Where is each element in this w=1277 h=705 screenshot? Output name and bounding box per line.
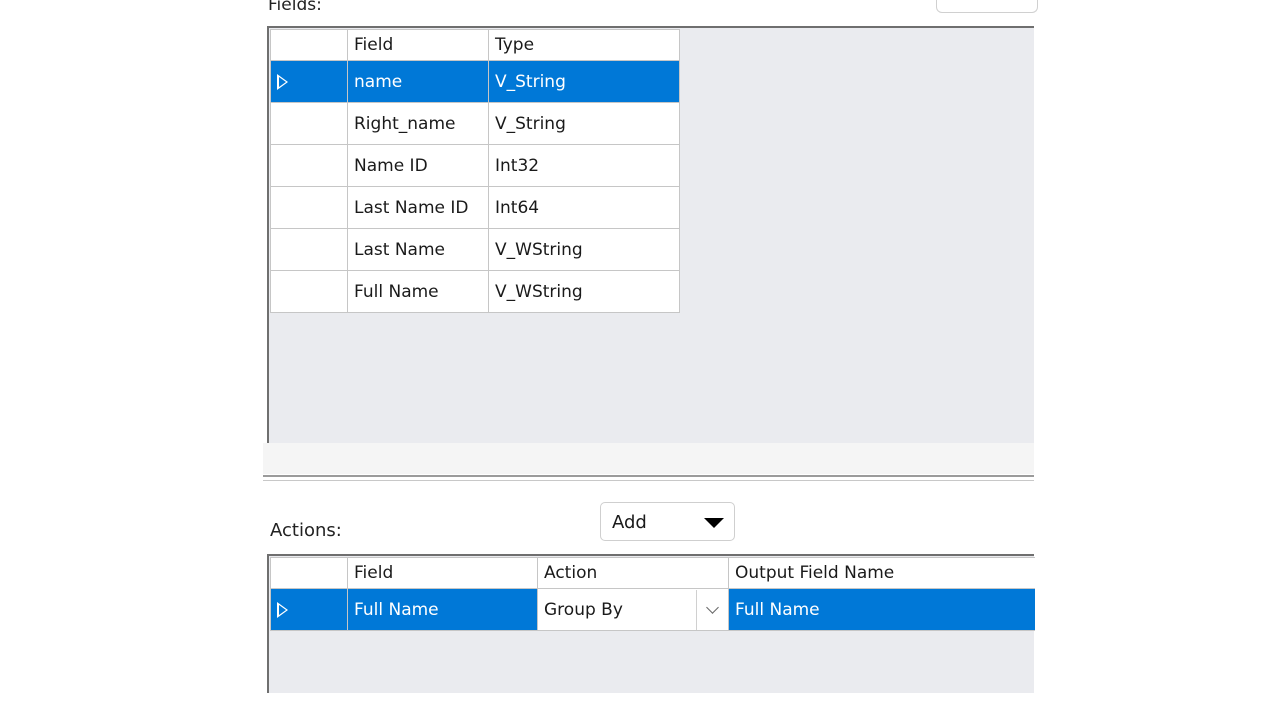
column-header-action[interactable]: Action	[537, 557, 729, 589]
field-cell[interactable]: Right_name	[347, 102, 489, 145]
table-row[interactable]: Last Name ID Int64	[270, 186, 680, 229]
table-row[interactable]: Full Name Group By Full Name	[270, 588, 1035, 631]
action-combo[interactable]: Group By	[538, 589, 728, 630]
row-selector[interactable]	[270, 186, 348, 229]
actions-grid-header: Field Action Output Field Name	[270, 557, 1035, 589]
splitter-strip	[263, 443, 1034, 474]
type-cell[interactable]: V_String	[488, 102, 680, 145]
fields-grid-header: Field Type	[270, 29, 680, 61]
table-row[interactable]: Last Name V_WString	[270, 228, 680, 271]
type-cell[interactable]: V_String	[488, 60, 680, 103]
field-cell[interactable]: name	[347, 60, 489, 103]
row-selector[interactable]	[270, 102, 348, 145]
table-row[interactable]: name V_String	[270, 60, 680, 103]
row-selector[interactable]	[270, 270, 348, 313]
add-button-label: Add	[612, 512, 647, 533]
divider	[263, 480, 1034, 481]
top-partial-control[interactable]	[936, 0, 1038, 13]
triangle-right-icon	[277, 73, 288, 90]
fields-label: Fields:	[268, 0, 322, 15]
table-row[interactable]: Name ID Int32	[270, 144, 680, 187]
type-cell[interactable]: Int32	[488, 144, 680, 187]
actions-label: Actions:	[270, 520, 342, 541]
caret-down-icon	[704, 518, 724, 528]
actions-grid: Field Action Output Field Name Full Name…	[270, 557, 1035, 631]
row-header-corner	[270, 557, 348, 589]
combo-dropdown-button[interactable]	[696, 589, 728, 630]
splitter-line[interactable]	[263, 475, 1034, 477]
add-dropdown-button[interactable]: Add	[600, 502, 735, 541]
table-row[interactable]: Full Name V_WString	[270, 270, 680, 313]
column-header-field[interactable]: Field	[347, 557, 538, 589]
row-selector[interactable]	[270, 588, 348, 631]
column-header-output-field-name[interactable]: Output Field Name	[728, 557, 1035, 589]
type-cell[interactable]: Int64	[488, 186, 680, 229]
field-cell[interactable]: Last Name ID	[347, 186, 489, 229]
type-cell[interactable]: V_WString	[488, 270, 680, 313]
row-selector[interactable]	[270, 228, 348, 271]
action-combo-cell[interactable]: Group By	[537, 588, 729, 631]
column-header-type[interactable]: Type	[488, 29, 680, 61]
field-cell[interactable]: Full Name	[347, 588, 538, 631]
column-header-field[interactable]: Field	[347, 29, 489, 61]
type-cell[interactable]: V_WString	[488, 228, 680, 271]
output-field-name-cell[interactable]: Full Name	[728, 588, 1035, 631]
row-selector[interactable]	[270, 60, 348, 103]
triangle-right-icon	[277, 601, 288, 618]
row-header-corner	[270, 29, 348, 61]
table-row[interactable]: Right_name V_String	[270, 102, 680, 145]
action-combo-value: Group By	[544, 599, 623, 620]
field-cell[interactable]: Last Name	[347, 228, 489, 271]
chevron-down-icon	[706, 600, 719, 614]
row-selector[interactable]	[270, 144, 348, 187]
fields-grid: Field Type name V_String Right_name V_St…	[270, 29, 680, 313]
field-cell[interactable]: Full Name	[347, 270, 489, 313]
field-cell[interactable]: Name ID	[347, 144, 489, 187]
